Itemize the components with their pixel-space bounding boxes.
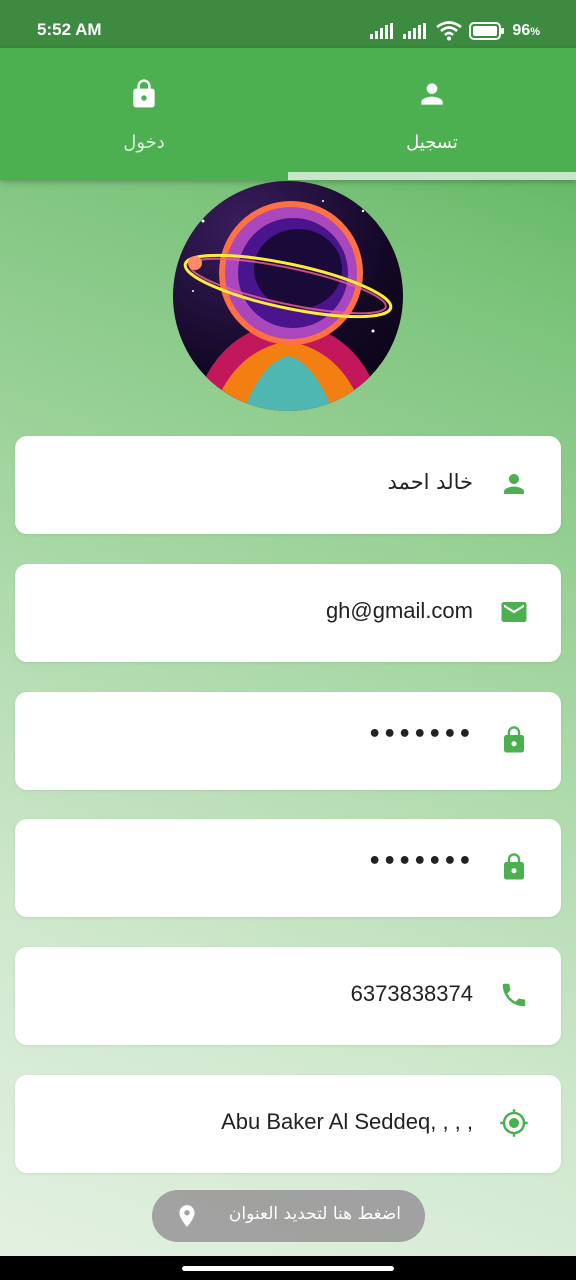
astronaut-avatar-icon [183,200,393,411]
avatar[interactable] [173,181,403,411]
confirm-password-input[interactable]: ••••••• [368,849,473,874]
password-input[interactable]: ••••••• [368,722,473,747]
signal-icon [403,23,427,39]
tab-register-label: تسجيل [406,132,458,153]
phone-icon [502,983,526,1007]
signal-icon [370,23,394,39]
person-icon [421,83,443,105]
set-address-button[interactable]: اضغط هنا لتحديد العنوان [152,1190,425,1242]
location-pin-icon [179,1205,195,1227]
battery-level: 96% [512,22,540,39]
status-icons: 96% [370,21,540,41]
email-icon [501,602,527,622]
tab-login[interactable]: دخول [0,48,288,180]
lock-icon [133,79,155,108]
home-gesture-pill[interactable] [182,1266,394,1271]
status-time: 5:52 AM [37,20,102,39]
lock-icon [504,853,524,880]
lock-icon [504,726,524,753]
address-field[interactable]: Abu Baker Al Seddeq, , , , [15,1075,561,1173]
tab-indicator [288,172,576,180]
system-nav-bar [0,1256,576,1280]
phone-field[interactable]: 6373838374 [15,947,561,1045]
tab-login-label: دخول [123,132,165,153]
name-input[interactable]: خالد احمد [388,470,473,494]
confirm-password-field[interactable]: ••••••• [15,819,561,917]
status-bar: 5:52 AM 96% [0,0,576,48]
email-field[interactable]: gh@gmail.com [15,564,561,662]
password-field[interactable]: ••••••• [15,692,561,790]
battery-icon [469,22,505,40]
email-input[interactable]: gh@gmail.com [326,598,473,624]
phone-input[interactable]: 6373838374 [351,981,473,1007]
address-input[interactable]: Abu Baker Al Seddeq, , , , [221,1109,473,1135]
my-location-icon[interactable] [499,1108,529,1138]
person-icon [504,474,524,494]
tab-register[interactable]: تسجيل [288,48,576,180]
wifi-icon [436,21,463,41]
tab-bar: دخول تسجيل [0,48,576,180]
name-field[interactable]: خالد احمد [15,436,561,534]
set-address-label: اضغط هنا لتحديد العنوان [228,1204,401,1224]
